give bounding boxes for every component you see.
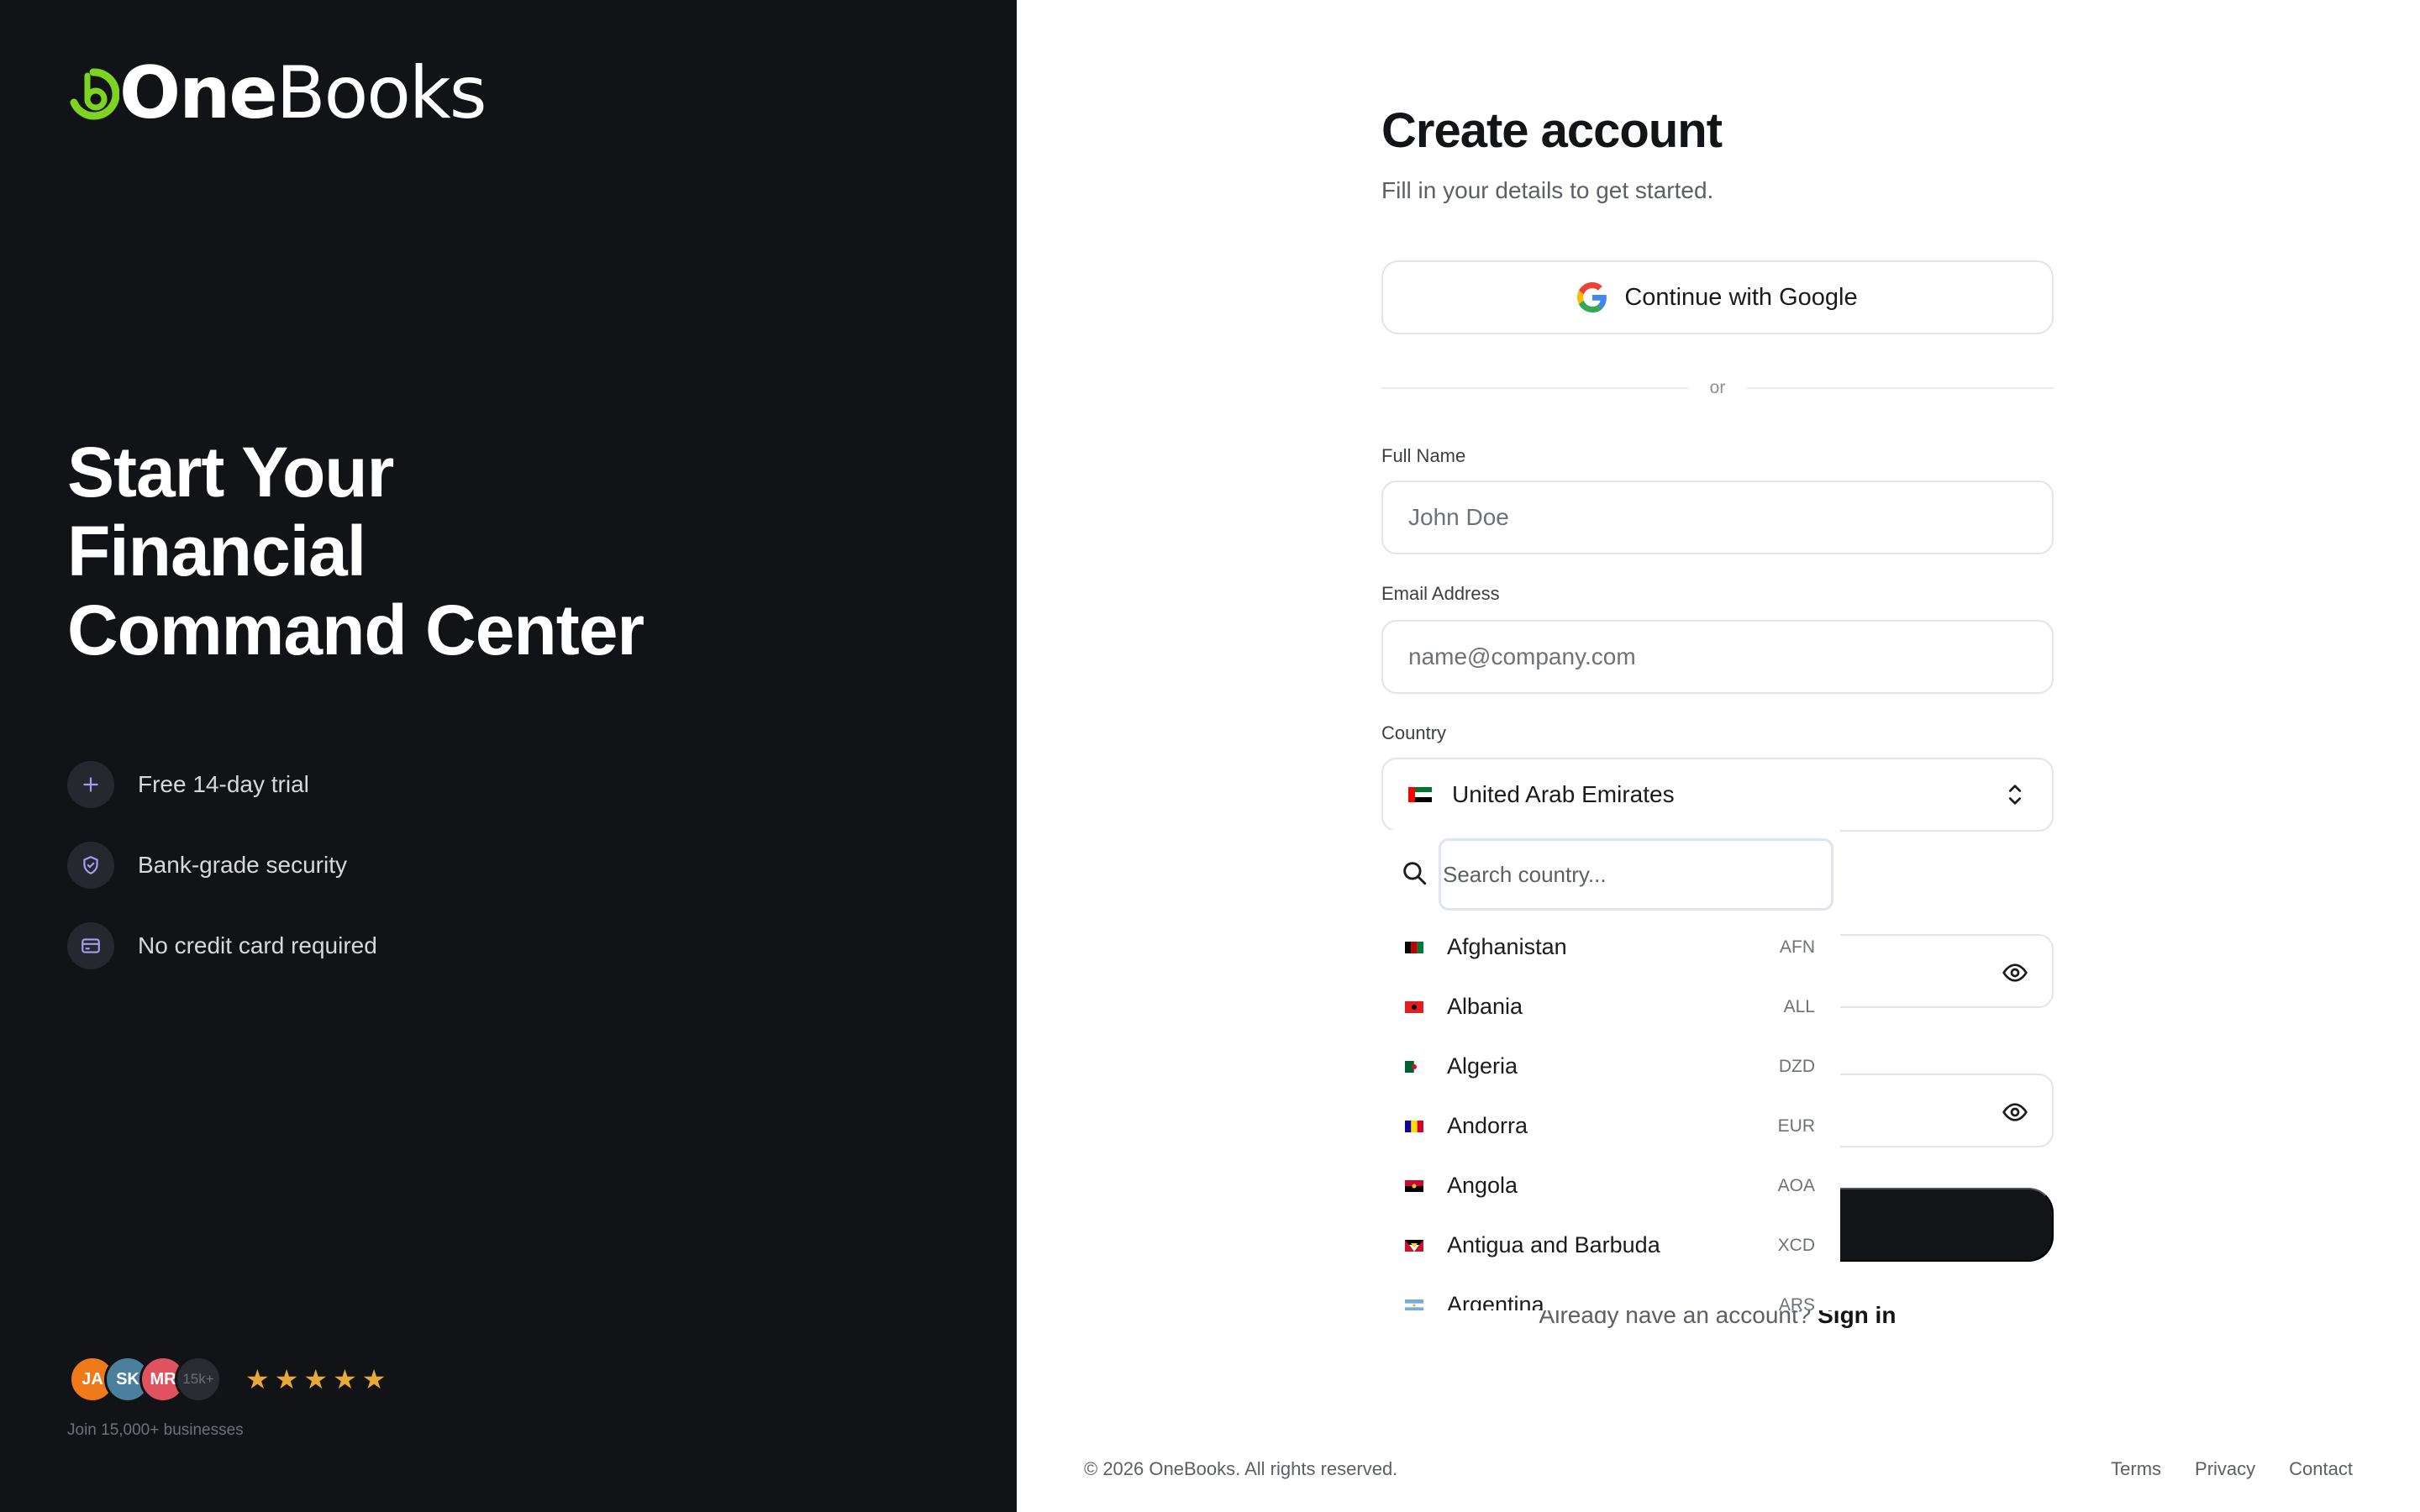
- argentina-flag-icon: [1405, 1299, 1423, 1310]
- eye-icon[interactable]: [2002, 959, 2028, 986]
- page-title: Create account: [1381, 103, 1723, 158]
- country-option-code: DZD: [1778, 1056, 1815, 1076]
- or-label: or: [1709, 378, 1726, 397]
- country-select[interactable]: United Arab Emirates: [1381, 758, 2054, 832]
- email-input[interactable]: [1408, 643, 2027, 670]
- angola-flag-icon: [1405, 1179, 1423, 1192]
- logo-wordmark-books: Books: [276, 51, 487, 135]
- search-icon: [1403, 862, 1427, 885]
- eye-icon[interactable]: [2002, 1099, 2028, 1126]
- star-icon: ★: [245, 1364, 270, 1394]
- hero-line-2: Financial: [67, 512, 366, 591]
- country-option[interactable]: Afghanistan AFN: [1381, 917, 1840, 977]
- or-divider: or: [1381, 378, 2054, 398]
- country-selected-value: United Arab Emirates: [1452, 781, 1675, 807]
- feature-label: No credit card required: [138, 932, 377, 958]
- email-label: Email Address: [1381, 583, 1500, 604]
- rating-stars: ★ ★ ★ ★ ★: [245, 1363, 391, 1395]
- country-option-name: Afghanistan: [1447, 934, 1567, 959]
- country-search-row: [1381, 830, 1840, 917]
- feature-list: Free 14-day trial Bank-grade security No…: [67, 761, 377, 1003]
- country-option-name: Angola: [1447, 1173, 1518, 1198]
- afghanistan-flag-icon: [1405, 941, 1423, 953]
- country-option[interactable]: Antigua and Barbuda XCD: [1381, 1215, 1840, 1275]
- country-option-code: ALL: [1783, 996, 1815, 1016]
- footer-link-privacy[interactable]: Privacy: [2195, 1458, 2255, 1480]
- star-icon: ★: [274, 1364, 299, 1394]
- country-option-code: ARS: [1778, 1294, 1815, 1311]
- country-dropdown: Afghanistan AFN Albania ALL Algeria DZD …: [1381, 830, 1840, 1310]
- logo-wordmark: OneBooks: [119, 57, 487, 129]
- chevron-up-down-icon: [2008, 785, 2022, 805]
- signup-form: Create account Fill in your details to g…: [1381, 102, 2054, 1328]
- country-option-name: Algeria: [1447, 1053, 1518, 1079]
- country-option[interactable]: Albania ALL: [1381, 977, 1840, 1037]
- feature-item: Bank-grade security: [67, 842, 377, 889]
- left-panel: OneBooks Start Your Financial Command Ce…: [0, 0, 1017, 1512]
- algeria-flag-icon: [1405, 1060, 1423, 1073]
- page-subtitle: Fill in your details to get started.: [1381, 177, 1714, 203]
- footer-links: Terms Privacy Contact: [2111, 1458, 2353, 1480]
- social-proof: JA SK MR 15k+ ★ ★ ★ ★ ★: [69, 1356, 391, 1403]
- country-option[interactable]: Angola AOA: [1381, 1156, 1840, 1215]
- google-button-label: Continue with Google: [1624, 283, 1858, 311]
- country-search-field[interactable]: [1439, 838, 1833, 911]
- star-icon: ★: [303, 1364, 329, 1394]
- footer-link-terms[interactable]: Terms: [2111, 1458, 2161, 1480]
- feature-label: Bank-grade security: [138, 852, 348, 878]
- country-option[interactable]: Andorra EUR: [1381, 1096, 1840, 1156]
- country-option-code: AOA: [1777, 1175, 1815, 1195]
- full-name-label: Full Name: [1381, 445, 1466, 466]
- google-icon: [1577, 282, 1607, 312]
- feature-item: No credit card required: [67, 922, 377, 969]
- footer-link-contact[interactable]: Contact: [2289, 1458, 2353, 1480]
- credit-card-icon: [67, 922, 114, 969]
- email-field[interactable]: [1381, 620, 2054, 694]
- country-option-name: Argentina: [1447, 1292, 1544, 1310]
- country-option[interactable]: Algeria DZD: [1381, 1037, 1840, 1096]
- hero-line-1: Start Your: [67, 433, 394, 512]
- hero-heading: Start Your Financial Command Center: [67, 433, 823, 669]
- feature-item: Free 14-day trial: [67, 761, 377, 808]
- shield-check-icon: [67, 842, 114, 889]
- copyright-text: © 2026 OneBooks. All rights reserved.: [1084, 1458, 1398, 1479]
- full-name-field[interactable]: [1381, 480, 2054, 554]
- country-search-input[interactable]: [1443, 861, 1831, 888]
- plus-icon: [67, 761, 114, 808]
- google-signin-button[interactable]: Continue with Google: [1381, 260, 2054, 334]
- country-option-code: AFN: [1780, 937, 1815, 957]
- country-option-name: Andorra: [1447, 1113, 1528, 1138]
- country-option-name: Antigua and Barbuda: [1447, 1232, 1660, 1257]
- uae-flag-icon: [1408, 787, 1432, 802]
- country-option-code: XCD: [1777, 1235, 1815, 1255]
- hero-line-3: Command Center: [67, 591, 644, 669]
- star-icon: ★: [361, 1364, 387, 1394]
- divider-line: [1747, 387, 2054, 389]
- country-option-code: EUR: [1777, 1116, 1815, 1136]
- logo-wordmark-one: One: [119, 51, 278, 135]
- onebooks-logo-icon: [70, 68, 119, 120]
- full-name-input[interactable]: [1408, 504, 2027, 531]
- divider-line: [1381, 387, 1688, 389]
- feature-label: Free 14-day trial: [138, 771, 309, 797]
- avatar-count: 15k+: [175, 1356, 222, 1403]
- logo[interactable]: OneBooks: [67, 55, 487, 131]
- social-caption: Join 15,000+ businesses: [67, 1421, 244, 1439]
- star-icon: ★: [333, 1364, 357, 1394]
- andorra-flag-icon: [1405, 1120, 1423, 1132]
- antigua-flag-icon: [1405, 1239, 1423, 1252]
- country-option-name: Albania: [1447, 994, 1523, 1019]
- albania-flag-icon: [1405, 1000, 1423, 1013]
- country-option[interactable]: Argentina ARS: [1381, 1275, 1840, 1310]
- country-label: Country: [1381, 722, 1447, 743]
